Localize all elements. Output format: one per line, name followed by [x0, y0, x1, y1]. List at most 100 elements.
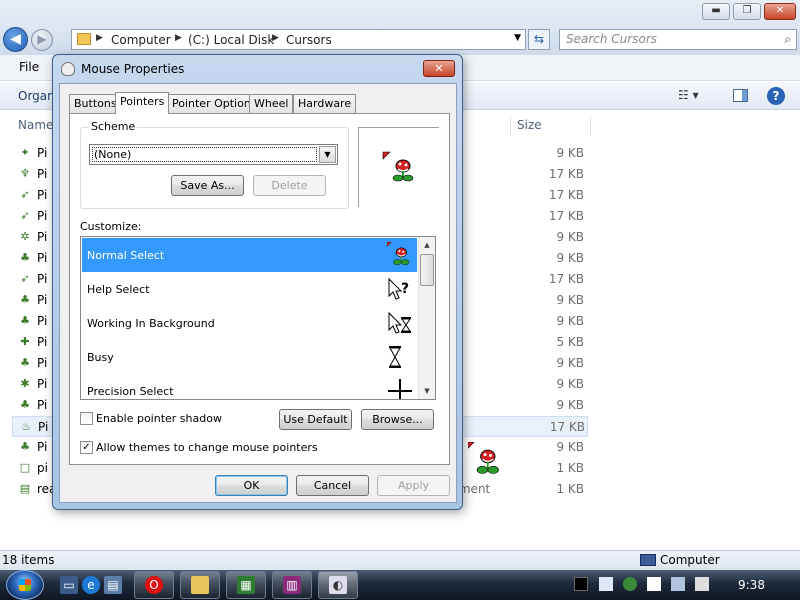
pointer-shadow-checkbox[interactable]: [80, 412, 93, 425]
start-button[interactable]: [6, 570, 44, 600]
network-tray-icon[interactable]: [671, 577, 685, 591]
scroll-up-icon[interactable]: ▲: [419, 237, 435, 253]
scheme-label: Scheme: [89, 120, 138, 133]
breadcrumb-local-disk[interactable]: (C:) Local Disk: [188, 33, 274, 47]
column-size[interactable]: Size: [517, 118, 542, 132]
use-default-button[interactable]: Use Default: [279, 409, 352, 430]
dialog-close-button[interactable]: ✕: [423, 60, 455, 77]
crosshair-cursor-icon: [388, 379, 412, 399]
scheme-dropdown[interactable]: (None) ▼: [89, 144, 338, 165]
save-as-button[interactable]: Save As...: [171, 175, 244, 196]
cursor-row-precision-select[interactable]: Precision Select: [82, 374, 417, 399]
cursor-file-icon: ♆: [20, 167, 30, 180]
file-name: Pi: [38, 420, 49, 434]
tab-hardware[interactable]: Hardware: [293, 94, 357, 113]
tab-buttons[interactable]: Buttons: [69, 94, 122, 113]
breadcrumb-separator[interactable]: ▶: [175, 33, 182, 43]
help-icon[interactable]: ?: [767, 87, 785, 105]
status-location: Computer: [660, 553, 720, 567]
views-button[interactable]: ☷ ▾: [678, 88, 699, 102]
search-input[interactable]: Search Cursors ⌕: [559, 29, 797, 50]
cursor-row-working-in-background[interactable]: Working In Background: [82, 306, 417, 340]
column-divider[interactable]: [590, 116, 591, 136]
breadcrumb-computer[interactable]: Computer: [111, 33, 171, 47]
address-dropdown-icon[interactable]: ▼: [514, 33, 521, 43]
menu-file[interactable]: File: [19, 60, 39, 74]
status-bar: 18 items Computer: [0, 550, 800, 570]
cursor-list[interactable]: Normal Select Help Select ? Working In B…: [80, 236, 436, 400]
file-size: 1 KB: [556, 461, 584, 475]
column-divider[interactable]: [510, 116, 511, 136]
preview-pane-icon[interactable]: [733, 89, 748, 102]
file-name: Pi: [37, 440, 48, 454]
cursor-list-scrollbar[interactable]: ▲ ▼: [418, 237, 435, 399]
refresh-button[interactable]: ⇆: [528, 29, 550, 50]
cursor-file-icon: ♨: [21, 420, 31, 433]
console-tray-icon[interactable]: [574, 577, 588, 591]
browse-button[interactable]: Browse...: [361, 409, 434, 430]
customize-label: Customize:: [80, 220, 142, 233]
computer-icon: [640, 554, 656, 566]
file-size: 9 KB: [556, 440, 584, 454]
file-size: 5 KB: [556, 335, 584, 349]
clock[interactable]: 9:38: [738, 578, 765, 592]
allow-themes-label[interactable]: Allow themes to change mouse pointers: [96, 441, 318, 454]
action-center-flag-icon[interactable]: [647, 577, 661, 591]
file-size: 9 KB: [556, 230, 584, 244]
volume-muted-icon[interactable]: [695, 577, 709, 591]
cursor-row-help-select[interactable]: Help Select ?: [82, 272, 417, 306]
chevron-down-icon[interactable]: ▼: [319, 146, 336, 163]
taskbar-app-winrar[interactable]: ▥: [272, 571, 312, 599]
column-name[interactable]: Name: [18, 118, 53, 132]
switch-windows-icon[interactable]: ▤: [104, 576, 122, 594]
tab-wheel[interactable]: Wheel: [249, 94, 294, 113]
taskbar-app-media[interactable]: ▦: [226, 571, 266, 599]
scroll-thumb[interactable]: [420, 254, 434, 286]
apply-button[interactable]: Apply: [377, 475, 450, 496]
organize-button[interactable]: Organ: [18, 89, 55, 103]
cursor-row-normal-select[interactable]: Normal Select: [82, 238, 417, 272]
internet-explorer-icon[interactable]: e: [82, 576, 100, 594]
file-name: Pi: [37, 356, 48, 370]
tab-pointer-options[interactable]: Pointer Options: [167, 94, 262, 113]
cancel-button[interactable]: Cancel: [296, 475, 369, 496]
cursor-file-icon: ✱: [20, 377, 30, 390]
file-size: 1 KB: [556, 482, 584, 496]
dialog-title: Mouse Properties: [81, 62, 185, 76]
allow-themes-checkbox[interactable]: ✓: [80, 441, 93, 454]
cursor-file-icon: ✲: [20, 230, 30, 243]
address-bar[interactable]: ▶ Computer ▶ (C:) Local Disk ▶ Cursors ▼: [71, 29, 526, 50]
back-button[interactable]: ◀: [3, 27, 28, 52]
taskbar-app-mouse-properties[interactable]: ◐: [318, 571, 358, 599]
scroll-down-icon[interactable]: ▼: [419, 383, 435, 399]
cursor-file-icon: ♣: [20, 293, 30, 306]
piranha-plant-cursor-icon: [382, 151, 414, 182]
breadcrumb-separator[interactable]: ▶: [96, 33, 103, 43]
maximize-button[interactable]: ❐: [733, 3, 761, 20]
close-button[interactable]: ✕: [764, 3, 796, 20]
file-name: Pi: [37, 272, 48, 286]
search-icon[interactable]: ⌕: [784, 32, 791, 47]
taskbar-app-explorer[interactable]: [180, 571, 220, 599]
tab-pointers[interactable]: Pointers: [115, 92, 170, 114]
delete-button[interactable]: Delete: [253, 175, 326, 196]
pointer-shadow-label[interactable]: Enable pointer shadow: [96, 412, 222, 425]
file-name: Pi: [37, 188, 48, 202]
ok-button[interactable]: OK: [215, 475, 288, 496]
document-tray-icon[interactable]: [599, 577, 613, 591]
cursor-row-busy[interactable]: Busy: [82, 340, 417, 374]
opera-icon: O: [145, 576, 163, 594]
show-desktop-icon[interactable]: ▭: [60, 576, 78, 594]
file-size: 9 KB: [556, 377, 584, 391]
explorer-title-bar[interactable]: ▬ ❐ ✕: [0, 0, 800, 25]
breadcrumb-separator[interactable]: ▶: [272, 33, 279, 43]
address-row: ◀ ▶ ▶ Computer ▶ (C:) Local Disk ▶ Curso…: [0, 25, 800, 55]
cursor-preview: [358, 127, 439, 207]
breadcrumb-cursors[interactable]: Cursors: [286, 33, 332, 47]
minimize-button[interactable]: ▬: [702, 3, 730, 20]
forward-button[interactable]: ▶: [31, 29, 53, 51]
cursor-file-icon: ♣: [20, 251, 30, 264]
taskbar-app-opera[interactable]: O: [134, 571, 174, 599]
security-tray-icon[interactable]: [623, 577, 637, 591]
file-size: 17 KB: [548, 272, 584, 286]
